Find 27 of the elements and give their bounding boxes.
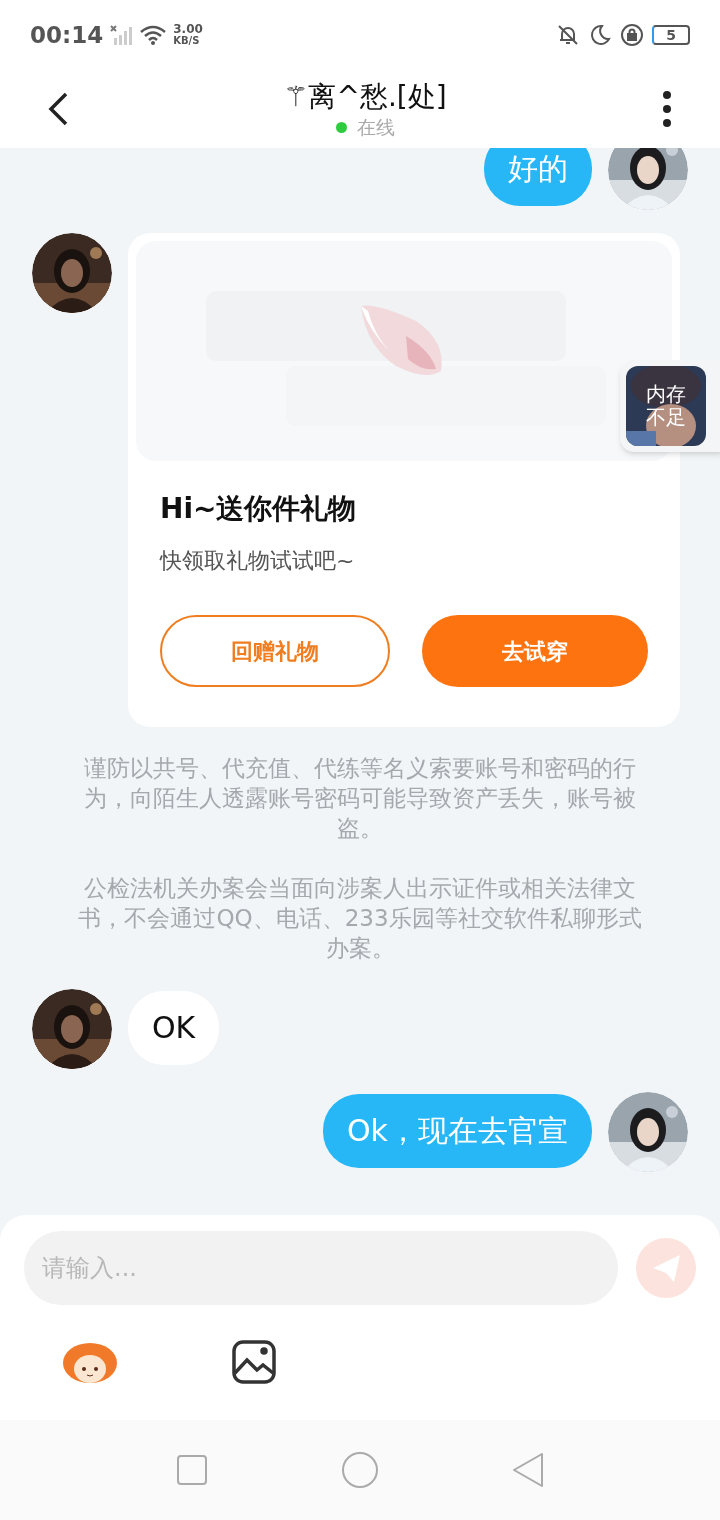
image-icon[interactable] [232, 1340, 276, 1384]
cell-signal-icon [109, 24, 134, 46]
rotation-lock-icon [620, 23, 644, 47]
moon-icon [588, 23, 612, 47]
gift-title: Hi~送你件礼物 [160, 491, 358, 527]
recent-apps-icon[interactable] [176, 1454, 209, 1486]
return-gift-button[interactable]: 回赠礼物 [160, 615, 390, 687]
wifi-icon [139, 24, 168, 46]
battery-level: 5 [666, 28, 676, 42]
try-on-button[interactable]: 去试穿 [422, 615, 648, 687]
safety-notice: 公检法机关办案会当面向涉案人出示证件或相关法律文书，不会通过QQ、电话、233乐园等社交软件私聊形式办案。 [77, 874, 643, 963]
online-status: 在线 [356, 115, 395, 139]
safety-notice: 谨防以共号、代充值、代练等名义索要账号和密码的行为，向陌生人透露账号密码可能导致资产丢失，账号被盗。 [83, 754, 637, 843]
mute-bell-icon [556, 23, 580, 47]
more-icon[interactable] [662, 91, 672, 127]
message-bubble: 好的 [484, 148, 592, 206]
network-speed: 3.00 [173, 23, 203, 35]
back-nav-icon[interactable] [511, 1452, 544, 1488]
home-icon[interactable] [341, 1451, 379, 1489]
chat-title: ⚚离^愁.[处] [283, 79, 447, 115]
gift-subtitle: 快领取礼物试试吧~ [160, 547, 356, 575]
message-input[interactable]: 请输入... [24, 1231, 618, 1305]
network-speed-unit: KB/S [173, 35, 201, 47]
message-bubble: OK [128, 991, 220, 1065]
clock: 00:14 [30, 20, 104, 50]
back-icon[interactable] [48, 92, 68, 126]
message-bubble: Ok，现在去官宣 [323, 1094, 592, 1168]
